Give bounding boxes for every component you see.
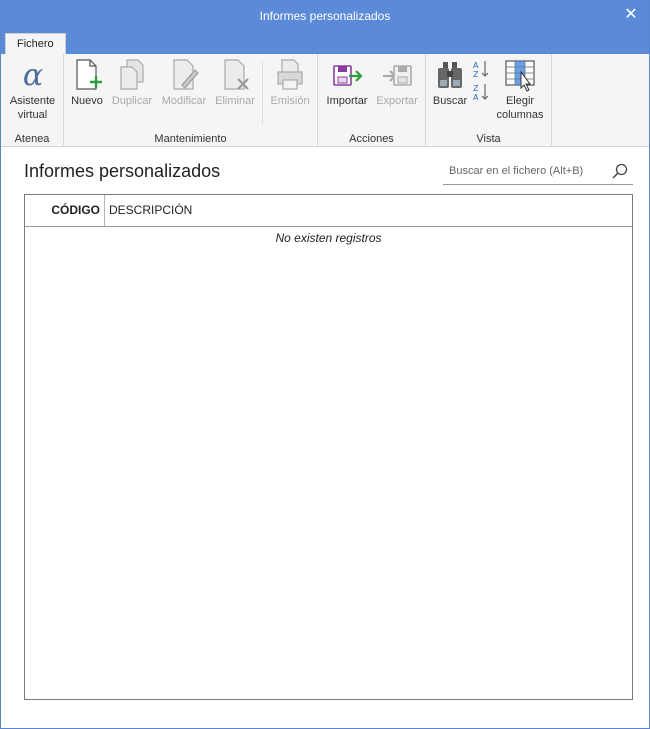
search-input[interactable]: Buscar en el fichero (Alt+B): [443, 159, 633, 185]
ribbon: α Asistente virtual Atenea Nuevo Duplica…: [1, 54, 649, 147]
close-icon[interactable]: ✕: [621, 5, 641, 25]
asistente-virtual-label: Asistente virtual: [9, 95, 56, 121]
duplicate-icon: [120, 59, 144, 90]
buscar-button[interactable]: Buscar: [430, 58, 470, 108]
ribbon-separator: [262, 62, 263, 124]
elegir-columnas-label: Elegir columnas: [496, 95, 544, 121]
new-document-icon: [76, 59, 102, 90]
binoculars-icon: [438, 62, 462, 88]
choose-columns-icon: [505, 60, 535, 92]
exportar-label: Exportar: [376, 95, 418, 107]
sort-icon: A Z Z A: [473, 61, 489, 102]
buscar-label: Buscar: [432, 95, 468, 107]
svg-text:α: α: [22, 58, 42, 92]
nuevo-label: Nuevo: [71, 95, 103, 107]
group-label-vista: Vista: [476, 133, 501, 145]
ribbon-group-vista: Buscar A Z Z A Elegir columnas Vista: [426, 54, 552, 147]
elegir-columnas-button[interactable]: Elegir columnas: [492, 58, 548, 122]
emision-button[interactable]: Emisión: [266, 58, 314, 108]
duplicar-button[interactable]: Duplicar: [109, 58, 155, 108]
importar-button[interactable]: Importar: [322, 58, 372, 108]
emision-label: Emisión: [270, 95, 310, 107]
export-icon: [383, 65, 412, 86]
exportar-button[interactable]: Exportar: [373, 58, 421, 108]
ribbon-group-mantenimiento: Nuevo Duplicar Modificar Eliminar Emisió…: [64, 54, 318, 147]
grid-header: CÓDIGO DESCRIPCIÓN: [25, 195, 632, 227]
eliminar-button[interactable]: Eliminar: [212, 58, 258, 108]
ribbon-group-acciones: Importar Exportar Acciones: [318, 54, 426, 147]
delete-document-icon: [224, 59, 249, 90]
modificar-button[interactable]: Modificar: [158, 58, 210, 108]
group-label-acciones: Acciones: [349, 133, 394, 145]
sort-button[interactable]: A Z Z A: [472, 58, 490, 105]
svg-text:A: A: [473, 93, 479, 102]
importar-label: Importar: [326, 95, 368, 107]
ribbon-group-atenea: α Asistente virtual Atenea: [1, 54, 64, 147]
group-label-mantenimiento: Mantenimiento: [154, 133, 227, 145]
alpha-icon: α: [22, 58, 42, 92]
search-placeholder: Buscar en el fichero (Alt+B): [449, 165, 584, 177]
duplicar-label: Duplicar: [111, 95, 153, 107]
app-window: Informes personalizados ✕ Fichero α Asis…: [0, 0, 650, 729]
print-icon: [277, 59, 303, 90]
tab-fichero[interactable]: Fichero: [5, 33, 66, 55]
page-title: Informes personalizados: [24, 161, 221, 181]
column-header-codigo[interactable]: CÓDIGO: [25, 195, 105, 226]
column-header-descripcion[interactable]: DESCRIPCIÓN: [109, 195, 192, 226]
window-title: Informes personalizados: [259, 9, 391, 23]
records-grid[interactable]: CÓDIGO DESCRIPCIÓN No existen registros: [24, 194, 633, 700]
nuevo-button[interactable]: Nuevo: [68, 58, 106, 108]
modificar-label: Modificar: [161, 95, 207, 107]
empty-message: No existen registros: [275, 231, 382, 245]
tab-strip: Fichero: [1, 31, 649, 55]
group-label-atenea: Atenea: [14, 133, 50, 145]
edit-document-icon: [173, 59, 199, 90]
svg-text:Z: Z: [473, 70, 479, 79]
eliminar-label: Eliminar: [215, 95, 255, 107]
asistente-virtual-button[interactable]: α Asistente virtual: [5, 58, 60, 122]
title-bar: Informes personalizados ✕: [1, 1, 649, 31]
svg-text:Z: Z: [473, 84, 479, 93]
import-icon: [333, 65, 363, 86]
svg-text:A: A: [473, 61, 479, 70]
search-icon[interactable]: [611, 162, 629, 180]
